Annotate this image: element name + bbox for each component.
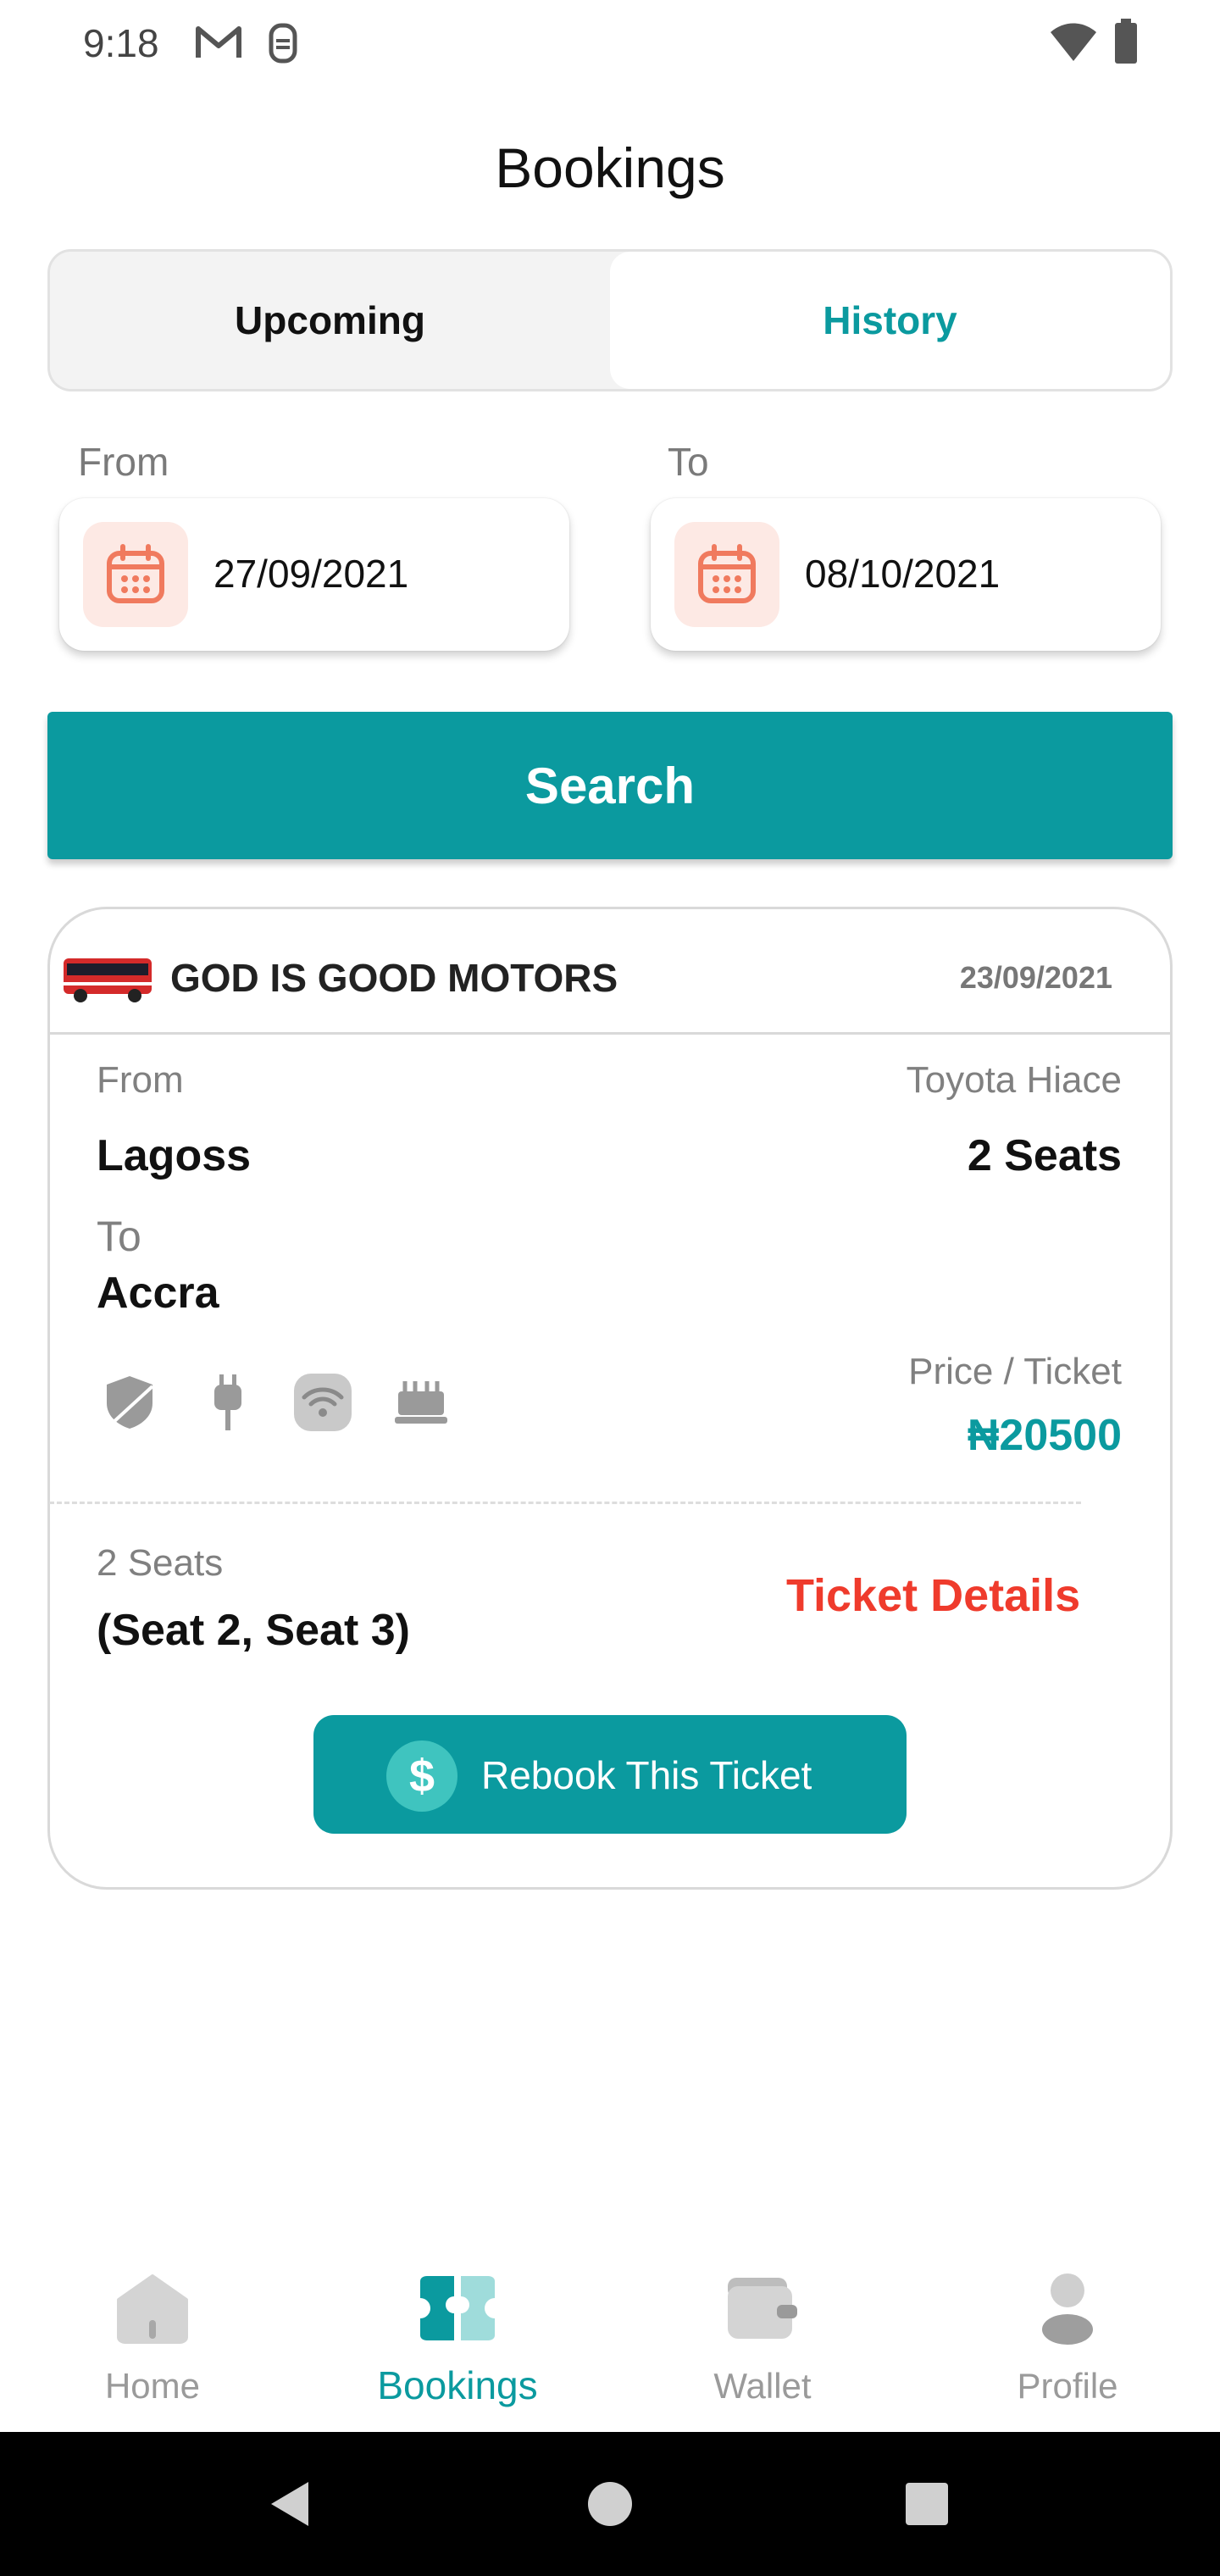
rebook-label: Rebook This Ticket: [481, 1753, 812, 1797]
shield-icon: [100, 1373, 159, 1432]
calendar-icon: [674, 522, 779, 627]
price-value: ₦20500: [967, 1411, 1122, 1460]
nav-profile-label: Profile: [1017, 2366, 1118, 2406]
home-circle-icon[interactable]: [559, 2432, 661, 2576]
dollar-icon: $: [386, 1740, 458, 1812]
seat-list: (Seat 2, Seat 3): [97, 1606, 410, 1655]
rebook-button[interactable]: $ Rebook This Ticket: [313, 1715, 907, 1834]
charger-plug-icon: [198, 1373, 258, 1432]
back-icon[interactable]: [239, 2432, 341, 2576]
status-time: 9:18: [83, 21, 159, 65]
seats-count: 2 Seats: [967, 1131, 1122, 1180]
nav-bookings[interactable]: Bookings: [305, 2237, 610, 2432]
notification-icon: [266, 22, 300, 69]
nav-home[interactable]: Home: [0, 2237, 305, 2432]
search-button[interactable]: Search: [47, 712, 1173, 859]
from-date-field[interactable]: 27/09/2021: [59, 498, 569, 651]
route-to-value: Accra: [97, 1269, 219, 1318]
nav-wallet[interactable]: Wallet: [610, 2237, 915, 2432]
profile-icon: [1025, 2266, 1110, 2351]
wifi-icon: [293, 1373, 352, 1432]
card-divider: [49, 1502, 1081, 1504]
route-to-label: To: [97, 1213, 141, 1260]
to-label: To: [668, 440, 709, 484]
home-icon: [110, 2266, 195, 2351]
system-nav-bar: [0, 2432, 1220, 2576]
booking-date: 23/09/2021: [959, 960, 1112, 995]
tab-history[interactable]: History: [610, 252, 1170, 389]
nav-home-label: Home: [104, 2366, 201, 2406]
seats-summary: 2 Seats: [97, 1542, 224, 1584]
bus-icon: [62, 953, 155, 1008]
bottom-nav: Home Bookings Wallet Profile: [0, 2237, 1220, 2432]
tab-upcoming[interactable]: Upcoming: [50, 252, 610, 389]
nav-wallet-label: Wallet: [713, 2366, 812, 2406]
from-date-value: 27/09/2021: [214, 552, 409, 596]
wifi-icon: [1049, 20, 1098, 67]
food-icon: [391, 1373, 451, 1432]
wallet-icon: [720, 2266, 805, 2351]
ticket-details-link[interactable]: Ticket Details: [786, 1569, 1080, 1622]
booking-tabs: Upcoming History: [47, 249, 1173, 391]
to-date-value: 08/10/2021: [805, 552, 1001, 596]
from-label: From: [78, 440, 169, 484]
tickets-icon: [415, 2266, 500, 2351]
booking-card-header: GOD IS GOOD MOTORS 23/09/2021: [50, 909, 1170, 1035]
price-label: Price / Ticket: [908, 1351, 1122, 1392]
nav-bookings-label: Bookings: [377, 2363, 538, 2407]
route-from-value: Lagoss: [97, 1131, 252, 1180]
nav-profile[interactable]: Profile: [915, 2237, 1220, 2432]
route-from-label: From: [97, 1059, 184, 1101]
page-title: Bookings: [495, 136, 725, 199]
gmail-icon: [195, 22, 242, 67]
battery-icon: [1113, 19, 1139, 69]
vehicle-type: Toyota Hiace: [906, 1059, 1122, 1101]
to-date-field[interactable]: 08/10/2021: [651, 498, 1161, 651]
calendar-icon: [83, 522, 188, 627]
recents-icon[interactable]: [876, 2432, 978, 2576]
operator-name: GOD IS GOOD MOTORS: [170, 956, 618, 1000]
status-bar: 9:18: [0, 0, 1220, 85]
